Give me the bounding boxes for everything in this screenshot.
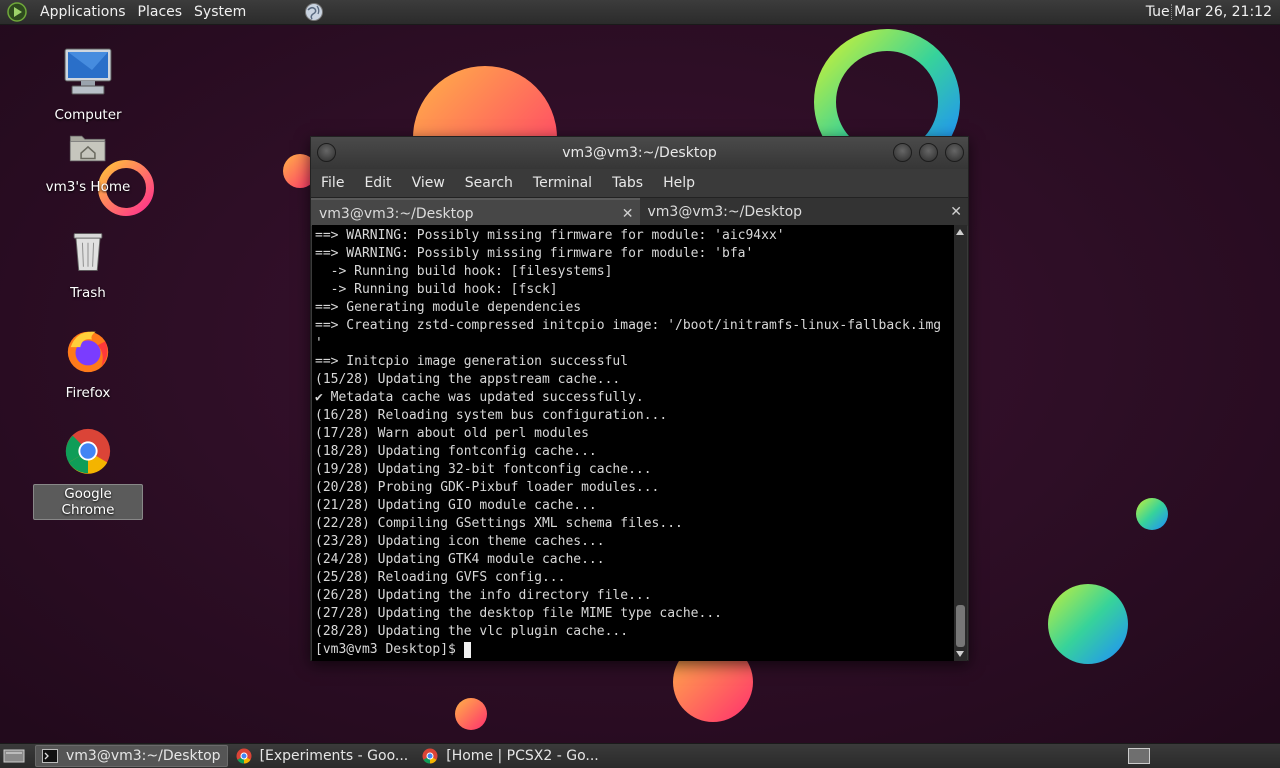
computer-icon [64, 48, 112, 95]
terminal-line: ✔ Metadata cache was updated successfull… [315, 390, 644, 405]
close-window-button[interactable] [945, 143, 964, 162]
scroll-up-arrow-icon[interactable] [956, 229, 964, 235]
distro-logo-icon[interactable] [6, 1, 28, 23]
shell-prompt: [vm3@vm3 Desktop]$ [315, 642, 456, 657]
terminal-line: ==> WARNING: Possibly missing firmware f… [315, 246, 754, 261]
terminal-output-area[interactable]: ==> WARNING: Possibly missing firmware f… [312, 225, 967, 661]
taskbar-item-chrome-pcsx2[interactable]: [Home | PCSX2 - Go... [416, 745, 605, 767]
taskbar-item-label: vm3@vm3:~/Desktop [66, 748, 221, 764]
top-panel: Applications Places System Tue Mar 26, 2… [0, 0, 1280, 25]
scroll-down-arrow-icon[interactable] [956, 651, 964, 657]
terminal-line: -> Running build hook: [fsck] [315, 282, 558, 297]
chrome-icon [236, 748, 252, 764]
minimize-button[interactable] [893, 143, 912, 162]
close-tab-icon[interactable]: ✕ [950, 198, 962, 226]
terminal-line: (17/28) Warn about old perl modules [315, 426, 589, 441]
window-title-bar[interactable]: vm3@vm3:~/Desktop [311, 137, 968, 169]
chrome-icon [65, 428, 111, 474]
taskbar-item-terminal[interactable]: vm3@vm3:~/Desktop [35, 745, 228, 767]
terminal-line: ==> Creating zstd-compressed initcpio im… [315, 318, 942, 333]
web-browser-launcher-icon[interactable] [304, 2, 324, 22]
terminal-line: -> Running build hook: [filesystems] [315, 264, 613, 279]
desktop-icon-label: Trash [70, 285, 106, 301]
window-menu-button[interactable] [317, 143, 336, 162]
terminal-line: (25/28) Reloading GVFS config... [315, 570, 566, 585]
scrollbar-thumb[interactable] [956, 605, 965, 647]
bottom-panel: vm3@vm3:~/Desktop [Experiments - Goo... … [0, 743, 1280, 768]
desktop-icon-home[interactable]: vm3's Home [33, 130, 143, 196]
terminal-line: ==> Initcpio image generation successful [315, 354, 629, 369]
tab-label: vm3@vm3:~/Desktop [319, 206, 474, 222]
tab-label: vm3@vm3:~/Desktop [647, 204, 803, 220]
close-tab-icon[interactable]: ✕ [622, 200, 634, 228]
terminal-line: ==> Generating module dependencies [315, 300, 582, 315]
terminal-line: (16/28) Reloading system bus configurati… [315, 408, 668, 423]
terminal-text: ==> WARNING: Possibly missing firmware f… [315, 227, 955, 659]
taskbar-item-label: [Experiments - Goo... [259, 748, 409, 764]
terminal-line: ' [315, 336, 323, 351]
desktop-icon-label: Google Chrome [33, 484, 143, 520]
maximize-button[interactable] [919, 143, 938, 162]
terminal-tab-bar: vm3@vm3:~/Desktop ✕ vm3@vm3:~/Desktop ✕ [311, 197, 968, 226]
workspace-switcher[interactable] [1128, 748, 1150, 764]
desktop-icon-label: vm3's Home [45, 179, 131, 195]
menu-view[interactable]: View [402, 175, 455, 191]
menu-system[interactable]: System [188, 4, 252, 20]
terminal-line: (27/28) Updating the desktop file MIME t… [315, 606, 722, 621]
home-folder-icon [69, 135, 106, 162]
terminal-line: (18/28) Updating fontconfig cache... [315, 444, 597, 459]
terminal-scrollbar[interactable] [954, 225, 967, 661]
clock[interactable]: Tue Mar 26, 21:12 [1146, 4, 1272, 20]
firefox-icon [67, 331, 109, 373]
terminal-line: (24/28) Updating GTK4 module cache... [315, 552, 605, 567]
menu-search[interactable]: Search [455, 175, 523, 191]
desktop-icon-label: Firefox [65, 385, 111, 401]
terminal-tab-2[interactable]: vm3@vm3:~/Desktop ✕ [639, 198, 968, 226]
show-desktop-icon[interactable] [3, 748, 25, 764]
desktop-icon-chrome[interactable]: Google Chrome [33, 426, 143, 520]
menu-file[interactable]: File [311, 175, 354, 191]
desktop-icon-computer[interactable]: Computer [33, 46, 143, 124]
terminal-prompt-line[interactable]: [vm3@vm3 Desktop]$ [315, 641, 955, 659]
terminal-icon [42, 749, 58, 763]
desktop-icon-firefox[interactable]: Firefox [33, 326, 143, 402]
desktop-icon-label: Computer [54, 107, 122, 123]
desktop-icon-trash[interactable]: Trash [33, 228, 143, 302]
menu-applications[interactable]: Applications [34, 4, 132, 20]
terminal-line: (22/28) Compiling GSettings XML schema f… [315, 516, 683, 531]
terminal-line: (26/28) Updating the info directory file… [315, 588, 652, 603]
terminal-line: (28/28) Updating the vlc plugin cache... [315, 624, 629, 639]
terminal-line: (19/28) Updating 32-bit fontconfig cache… [315, 462, 652, 477]
text-cursor [463, 642, 471, 658]
taskbar-item-chrome-experiments[interactable]: [Experiments - Goo... [230, 745, 415, 767]
terminal-line: (21/28) Updating GIO module cache... [315, 498, 597, 513]
terminal-line: (15/28) Updating the appstream cache... [315, 372, 621, 387]
menu-edit[interactable]: Edit [354, 175, 401, 191]
taskbar-item-label: [Home | PCSX2 - Go... [446, 748, 599, 764]
window-title: vm3@vm3:~/Desktop [562, 145, 717, 161]
menu-terminal[interactable]: Terminal [523, 175, 602, 191]
terminal-line: (23/28) Updating icon theme caches... [315, 534, 605, 549]
menu-tabs[interactable]: Tabs [602, 175, 653, 191]
terminal-menu-bar: File Edit View Search Terminal Tabs Help [311, 169, 968, 197]
terminal-window[interactable]: vm3@vm3:~/Desktop File Edit View Search … [310, 136, 969, 661]
terminal-tab-1[interactable]: vm3@vm3:~/Desktop ✕ [311, 198, 640, 226]
menu-places[interactable]: Places [132, 4, 189, 20]
chrome-icon [422, 748, 438, 764]
terminal-line: ==> WARNING: Possibly missing firmware f… [315, 228, 785, 243]
terminal-line: (20/28) Probing GDK-Pixbuf loader module… [315, 480, 660, 495]
trash-icon [73, 233, 103, 271]
menu-help[interactable]: Help [653, 175, 705, 191]
